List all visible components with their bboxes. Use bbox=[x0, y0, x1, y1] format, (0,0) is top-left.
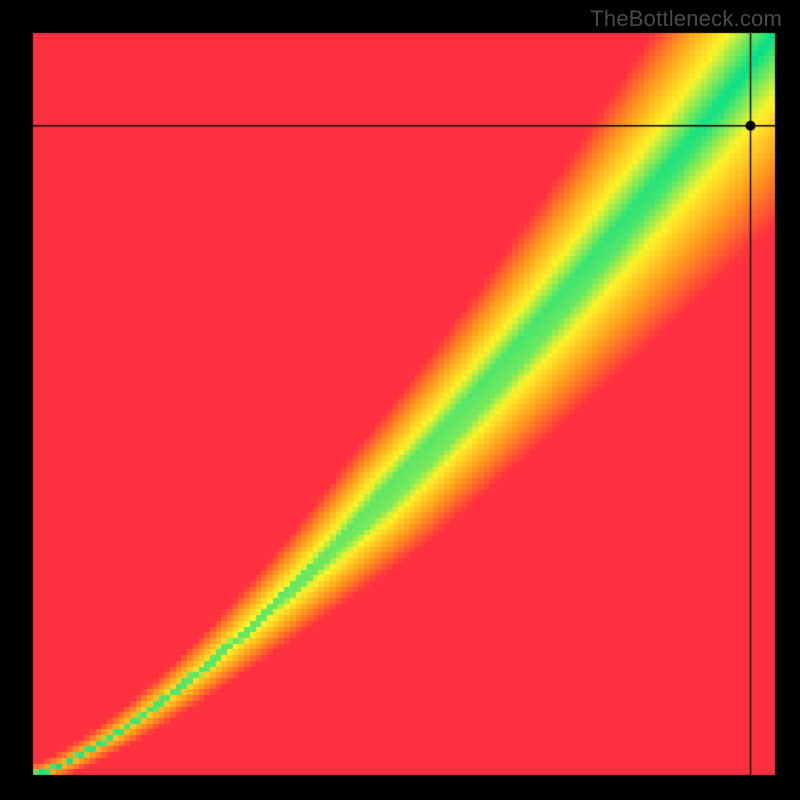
chart-wrapper: TheBottleneck.com bbox=[0, 0, 800, 800]
watermark-text: TheBottleneck.com bbox=[590, 6, 782, 32]
heatmap-canvas bbox=[0, 0, 800, 800]
